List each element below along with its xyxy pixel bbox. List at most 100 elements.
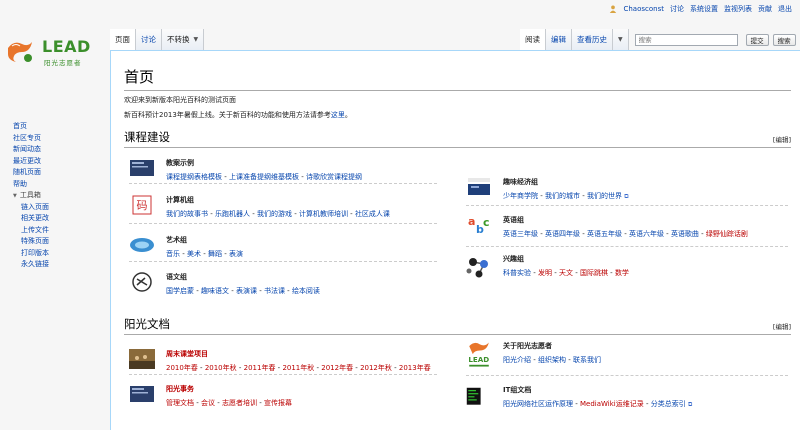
entry-link-missing[interactable]: 管理文档 xyxy=(166,399,194,407)
sidebar-item-community[interactable]: 社区专页 xyxy=(13,133,103,145)
entry-link[interactable]: 英语六年级 xyxy=(629,230,664,238)
tab-edit[interactable]: 编辑 xyxy=(546,29,572,50)
sidebar-item-recent-changes[interactable]: 最近更改 xyxy=(13,156,103,168)
entry-link[interactable]: 少年商学院 xyxy=(503,192,538,200)
entry-link[interactable]: 美术 xyxy=(187,250,201,258)
entry-link-missing[interactable]: 2010年春 xyxy=(166,364,198,372)
variant-label: 不转换 xyxy=(167,35,190,44)
entry-link[interactable]: 乐跑机器人 xyxy=(215,210,250,218)
toolbox: 链入页面 相关更改 上传文件 特殊页面 打印版本 永久链接 xyxy=(13,202,103,271)
entry-link-missing[interactable]: MediaWiki运维记录 xyxy=(580,400,644,408)
entry-link[interactable]: 计算机教师培训 xyxy=(299,210,348,218)
entry-links: 课程提纲表格模板 - 上课准备提纲维基模板 - 诗歌欣赏课程提纲 xyxy=(166,173,362,181)
entry-link-missing[interactable]: 数学 xyxy=(615,269,629,277)
toolbox-toggle[interactable]: ▼ 工具箱 xyxy=(13,190,103,202)
toolbox-related-changes[interactable]: 相关更改 xyxy=(13,213,103,225)
entry-link[interactable]: 英语三年级 xyxy=(503,230,538,238)
entry-link[interactable]: 我们的城市 xyxy=(545,192,580,200)
toolbox-special-pages[interactable]: 特殊页面 xyxy=(13,236,103,248)
section2-edit-link[interactable]: [编辑] xyxy=(773,321,791,331)
sidebar-item-random[interactable]: 随机页面 xyxy=(13,167,103,179)
section2-title: 阳光文档 xyxy=(124,317,170,331)
entry-link-missing[interactable]: 绿野仙踪话剧 xyxy=(706,230,748,238)
entry-links: 2010年春 - 2010年秋 - 2011年春 - 2011年秋 - 2012… xyxy=(166,364,431,372)
entry-links: 英语三年级 - 英语四年级 - 英语五年级 - 英语六年级 - 英语歌曲 - 绿… xyxy=(503,230,748,238)
variant-dropdown[interactable]: 不转换 ▼ xyxy=(162,29,205,50)
logo-text: LEAD xyxy=(42,37,91,56)
entry-link-missing[interactable]: 天文 xyxy=(559,269,573,277)
user-talk-link[interactable]: 讨论 xyxy=(670,4,684,14)
entry-link[interactable]: 分类总索引 xyxy=(651,400,686,408)
entry-link[interactable]: 表演课 xyxy=(236,287,257,295)
entry-link[interactable]: 音乐 xyxy=(166,250,180,258)
logout-link[interactable]: 退出 xyxy=(778,4,792,14)
sidebar-item-help[interactable]: 帮助 xyxy=(13,179,103,191)
entry-link-missing[interactable]: 2012年秋 xyxy=(360,364,392,372)
entry-link-missing[interactable]: 2011年秋 xyxy=(282,364,314,372)
entry-link[interactable]: 趣味语文 xyxy=(201,287,229,295)
user-page-link[interactable]: Chaosconst xyxy=(623,5,664,13)
go-button[interactable]: 提交 xyxy=(745,33,769,46)
intro2-end: 。 xyxy=(344,111,352,119)
entry-link[interactable]: 绘本阅读 xyxy=(292,287,320,295)
entry-link-missing[interactable]: 国际跳棋 xyxy=(580,269,608,277)
entry-link[interactable]: 表演 xyxy=(229,250,243,258)
entry-link[interactable]: 英语歌曲 xyxy=(671,230,699,238)
svg-text:a: a xyxy=(468,215,475,228)
entry-link[interactable]: 科普实验 xyxy=(503,269,531,277)
sidebar-item-news[interactable]: 新闻动态 xyxy=(13,144,103,156)
entry-link[interactable]: 我们的世界 xyxy=(587,192,622,200)
toolbox-title: 工具箱 xyxy=(19,191,41,199)
search-button[interactable]: 搜索 xyxy=(772,33,796,46)
search-input[interactable] xyxy=(634,33,738,46)
more-actions-dropdown[interactable]: ▼ xyxy=(613,29,629,50)
entry-link[interactable]: 我们的游戏 xyxy=(257,210,292,218)
tab-read[interactable]: 阅读 xyxy=(520,29,546,50)
divider xyxy=(466,246,788,247)
entry-link[interactable]: 课程提纲表格模板 xyxy=(166,173,222,181)
tab-talk[interactable]: 讨论 xyxy=(136,29,162,50)
contributions-link[interactable]: 贡献 xyxy=(758,4,772,14)
preferences-link[interactable]: 系统设置 xyxy=(690,4,718,14)
entry-link[interactable]: 社区成人课 xyxy=(355,210,390,218)
entry-link[interactable]: 诗歌欣赏课程提纲 xyxy=(306,173,362,181)
entry-link[interactable]: 上课准备提纲维基模板 xyxy=(229,173,299,181)
entry-link-missing[interactable]: 2013年春 xyxy=(399,364,431,372)
intro-help-link[interactable]: 这里 xyxy=(331,111,345,119)
tab-history[interactable]: 查看历史 xyxy=(572,29,613,50)
entry-link-missing[interactable]: 志愿者培训 xyxy=(222,399,257,407)
toolbox-permalink[interactable]: 永久链接 xyxy=(13,259,103,271)
toolbox-upload[interactable]: 上传文件 xyxy=(13,225,103,237)
entry-link-missing[interactable]: 2012年春 xyxy=(321,364,353,372)
entry-link[interactable]: 组织架构 xyxy=(538,356,566,364)
entry-link[interactable]: 阳光介绍 xyxy=(503,356,531,364)
site-logo[interactable]: LEAD 阳光志愿者 xyxy=(6,34,98,70)
entry-link[interactable]: 舞蹈 xyxy=(208,250,222,258)
entry-link[interactable]: 我们的故事书 xyxy=(166,210,208,218)
entry-link-missing[interactable]: 发明 xyxy=(538,269,552,277)
entry-link[interactable]: 阳光网络社区运作原理 xyxy=(503,400,573,408)
entry-link-missing[interactable]: 宣传报幕 xyxy=(264,399,292,407)
tab-page[interactable]: 页面 xyxy=(110,29,136,50)
entry-link[interactable]: 英语五年级 xyxy=(587,230,622,238)
watchlist-link[interactable]: 监视列表 xyxy=(724,4,752,14)
entry-link[interactable]: 书法课 xyxy=(264,287,285,295)
entry-link-missing[interactable]: 2011年春 xyxy=(244,364,276,372)
entry-links: 阳光网络社区运作原理 - MediaWiki运维记录 - 分类总索引 ⧉ xyxy=(503,400,693,408)
namespace-tabs: 页面 讨论 不转换 ▼ xyxy=(110,29,205,50)
section1-edit-link[interactable]: [编辑] xyxy=(773,134,791,144)
entry-title: 教案示例 xyxy=(166,159,194,167)
entry-link-missing[interactable]: 会议 xyxy=(201,399,215,407)
entry-link[interactable]: 英语四年级 xyxy=(545,230,580,238)
divider xyxy=(129,374,437,375)
toolbox-whatlinkshere[interactable]: 链入页面 xyxy=(13,202,103,214)
entry-link[interactable]: 国学启蒙 xyxy=(166,287,194,295)
entry-title: 周末课堂项目 xyxy=(166,350,208,358)
entry-link-missing[interactable]: 2010年秋 xyxy=(205,364,237,372)
sidebar-item-main-page[interactable]: 首页 xyxy=(13,121,103,133)
logo-subtitle: 阳光志愿者 xyxy=(44,59,82,67)
toolbox-print[interactable]: 打印版本 xyxy=(13,248,103,260)
entry-link[interactable]: 联系我们 xyxy=(573,356,601,364)
lesson-plan-thumbnail xyxy=(130,160,154,176)
section-heading-course: 课程建设 [编辑] xyxy=(124,129,791,148)
